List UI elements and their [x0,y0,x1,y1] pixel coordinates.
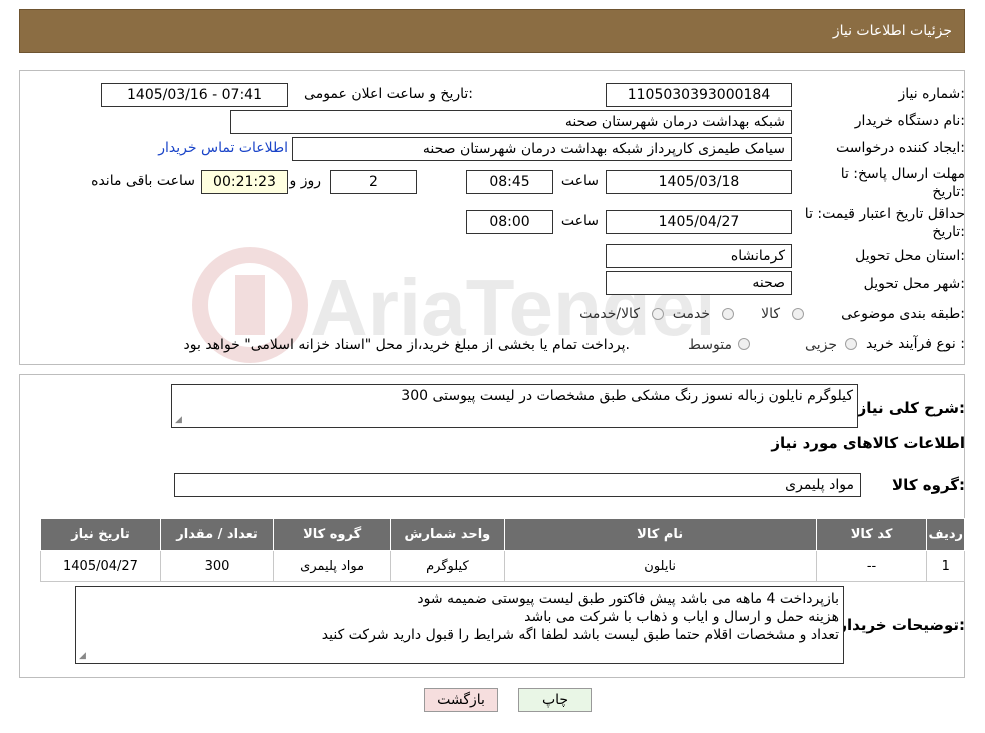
process-label: نوع فرآیند خرید : [866,336,965,352]
deadline-time-label: ساعت [560,173,599,189]
city-label: شهر محل تحویل: [863,276,965,292]
category-option-goods: کالا [761,306,780,322]
days-label: روز و [289,173,322,189]
goods-table: ردیف کد کالا نام کالا واحد شمارش گروه کا… [40,518,965,582]
table-header-row: ردیف کد کالا نام کالا واحد شمارش گروه کا… [40,518,965,551]
buyer-org-label: نام دستگاه خریدار: [854,113,965,129]
buyer-note-line: بازپرداخت 4 ماهه می باشد پیش فاکتور طبق … [417,591,839,607]
table-row: 1 -- نایلون کیلوگرم مواد پلیمری 300 1405… [40,550,965,582]
need-number-field: 1105030393000184 [606,83,792,107]
deadline-time-field: 08:45 [466,170,553,194]
page-header: جزئیات اطلاعات نیاز [19,9,965,53]
buyer-note-line: هزینه حمل و ارسال و ایاب و ذهاب با شرکت … [524,609,839,625]
print-button[interactable]: چاپ [518,688,592,712]
table-cell: 300 [159,550,275,582]
page-title: جزئیات اطلاعات نیاز [832,23,952,39]
table-cell: -- [815,550,928,582]
column-header: ردیف [926,518,965,551]
creator-label: ایجاد کننده درخواست: [836,140,965,156]
need-number-label: شماره نیاز: [898,86,965,102]
process-radio-minor[interactable] [845,338,857,350]
deadline-date-field: 1405/03/18 [606,170,792,194]
description-label: شرح کلی نیاز: [857,399,965,417]
creator-field: سیامک طیمزی کارپرداز شبکه بهداشت درمان ش… [292,137,792,161]
process-note: پرداخت تمام یا بخشی از مبلغ خرید،از محل … [183,337,630,353]
announce-label: تاریخ و ساعت اعلان عمومی: [304,86,473,102]
buyer-contact-link[interactable]: اطلاعات تماس خریدار [158,140,288,156]
validity-date-field: 1405/04/27 [606,210,792,234]
days-field: 2 [330,170,417,194]
buyer-org-field: شبکه بهداشت درمان شهرستان صحنه [230,110,792,134]
description-textarea[interactable]: 300 کیلوگرم نایلون زباله نسوز رنگ مشکی ط… [171,384,858,428]
buyer-notes-label: توضیحات خریدار: [838,616,965,634]
province-field: کرمانشاه [606,244,792,268]
category-label: طبقه بندی موضوعی: [841,306,965,322]
remaining-time-field: 00:21:23 [201,170,288,194]
validity-label: حداقل تاریخ اعتبار قیمت: تا تاریخ: [804,206,965,240]
table-cell: 1405/04/27 [40,550,161,582]
category-option-goods-service: کالا/خدمت [579,306,640,322]
table-cell: نایلون [503,550,817,582]
table-cell: مواد پلیمری [273,550,392,582]
category-radio-goods-service[interactable] [652,308,664,320]
column-header: کد کالا [815,518,928,551]
process-option-medium: متوسط [688,337,732,353]
resize-grip-icon[interactable]: ◢ [79,651,86,661]
category-radio-service[interactable] [722,308,734,320]
goods-group-field: مواد پلیمری [174,473,861,497]
back-button[interactable]: بازگشت [424,688,498,712]
announce-field: 1405/03/16 - 07:41 [101,83,288,107]
description-text: 300 کیلوگرم نایلون زباله نسوز رنگ مشکی ط… [401,388,853,404]
validity-time-field: 08:00 [466,210,553,234]
city-field: صحنه [606,271,792,295]
process-option-minor: جزیی [805,337,837,353]
resize-grip-icon[interactable]: ◢ [175,415,182,425]
table-cell: 1 [926,550,965,582]
column-header: تعداد / مقدار [159,518,275,551]
province-label: استان محل تحویل: [855,248,965,264]
goods-group-label: گروه کالا: [892,476,965,494]
category-option-service: خدمت [672,306,710,322]
process-radio-medium[interactable] [738,338,750,350]
deadline-label: مهلت ارسال پاسخ: تا تاریخ: [840,166,965,200]
remaining-label: ساعت باقی مانده [91,173,195,189]
column-header: تاریخ نیاز [40,518,161,551]
buyer-notes-textarea[interactable]: بازپرداخت 4 ماهه می باشد پیش فاکتور طبق … [75,586,844,664]
column-header: واحد شمارش [390,518,505,551]
category-radio-goods[interactable] [792,308,804,320]
table-cell: کیلوگرم [390,550,505,582]
column-header: نام کالا [503,518,817,551]
buyer-note-line: تعداد و مشخصات اقلام حتما طبق لیست باشد … [321,627,839,643]
column-header: گروه کالا [273,518,392,551]
goods-section-title: اطلاعات کالاهای مورد نیاز [771,434,965,452]
validity-time-label: ساعت [560,213,599,229]
